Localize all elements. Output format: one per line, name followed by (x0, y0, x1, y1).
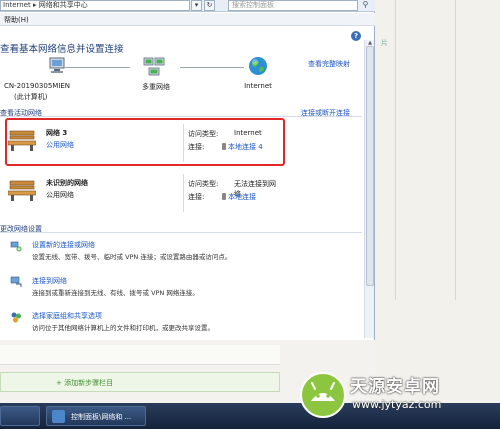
map-connector (180, 67, 244, 68)
internet-label: Internet (244, 82, 272, 90)
task-description: 连接到或重新连接到无线、有线、拨号或 VPN 网络连接。 (32, 289, 199, 297)
background-panel (0, 345, 280, 365)
park-bench-icon[interactable] (8, 178, 36, 202)
side-text: 片 (381, 39, 388, 47)
task-title[interactable]: 选择家庭组和共享选项 (32, 311, 102, 321)
search-input[interactable]: 搜索控制面板 (228, 0, 358, 11)
map-internet[interactable] (247, 56, 269, 78)
task-title[interactable]: 连接到网络 (32, 276, 67, 286)
computer-name: CN-20190305MIEN (4, 82, 71, 90)
taskbar-item-control-panel[interactable]: 控制面板\网络和 ... (46, 406, 146, 426)
section-divider (0, 232, 362, 233)
globe-icon (249, 57, 267, 75)
address-path[interactable]: Internet ▸ 网络和共享中心 (0, 0, 190, 11)
computer-icon (49, 57, 65, 73)
new-connection-icon (10, 241, 22, 252)
view-full-map-link[interactable]: 查看完整映射 (308, 59, 350, 69)
map-connector (64, 67, 130, 68)
vertical-scrollbar[interactable]: ▲ (364, 40, 374, 338)
menu-help[interactable]: 帮助(H) (4, 15, 29, 25)
watermark-url: www.jytyaz.com (352, 398, 442, 411)
divider (455, 0, 456, 300)
multiple-networks-icon (143, 57, 165, 76)
access-type-label: 访问类型: (188, 180, 219, 188)
network-label: 多重网络 (142, 83, 170, 91)
task-description: 访问位于其他网络计算机上的文件和打印机，或更改共享设置。 (32, 324, 214, 332)
connection-value[interactable]: 本地连接 (228, 193, 256, 201)
address-bar: Internet ▸ 网络和共享中心 ▾ ↻ 搜索控制面板 ⚲ (0, 0, 375, 12)
taskbar-item[interactable] (0, 406, 40, 426)
connection-link[interactable]: 本地连接 (222, 192, 256, 202)
menu-bar: 帮助(H) (0, 13, 375, 26)
map-network[interactable] (141, 57, 167, 79)
search-icon[interactable]: ⚲ (360, 0, 371, 11)
task-title[interactable]: 设置新的连接或网络 (32, 240, 95, 250)
connect-network-icon (10, 276, 22, 287)
network-sharing-center-window: Internet ▸ 网络和共享中心 ▾ ↻ 搜索控制面板 ⚲ 帮助(H) ? … (0, 0, 375, 340)
computer-sub: (此计算机) (14, 93, 48, 101)
section-divider (0, 116, 362, 117)
watermark-name: 天源安卓网 (350, 377, 440, 397)
network-name: 未识别的网络 (46, 179, 88, 187)
highlight-box (5, 118, 285, 166)
refresh-icon[interactable]: ↻ (204, 0, 215, 11)
help-icon[interactable]: ? (351, 31, 361, 41)
scroll-thumb[interactable] (366, 46, 374, 286)
connection-label: 连接: (188, 193, 205, 201)
divider (395, 0, 396, 300)
divider (183, 174, 184, 212)
add-step-link[interactable]: + 添加新步骤栏目 (56, 378, 113, 388)
ethernet-plug-icon (222, 193, 226, 200)
taskbar-item-label: 控制面板\网络和 ... (71, 413, 132, 421)
page-title: 查看基本网络信息并设置连接 (0, 44, 124, 55)
network-type: 公用网络 (46, 191, 74, 199)
task-description: 设置无线、宽带、拨号、临时或 VPN 连接；或设置路由器或访问点。 (32, 253, 232, 261)
watermark-logo (300, 372, 346, 418)
dropdown-icon[interactable]: ▾ (191, 0, 202, 11)
control-panel-icon (52, 410, 65, 423)
background-document: 片 (375, 0, 500, 400)
homegroup-icon (11, 312, 21, 323)
network-item: 未识别的网络 公用网络 访问类型: 无法连接到网络 连接: 本地连接 (8, 170, 280, 218)
add-step-bar: + 添加新步骤栏目 (0, 372, 280, 392)
